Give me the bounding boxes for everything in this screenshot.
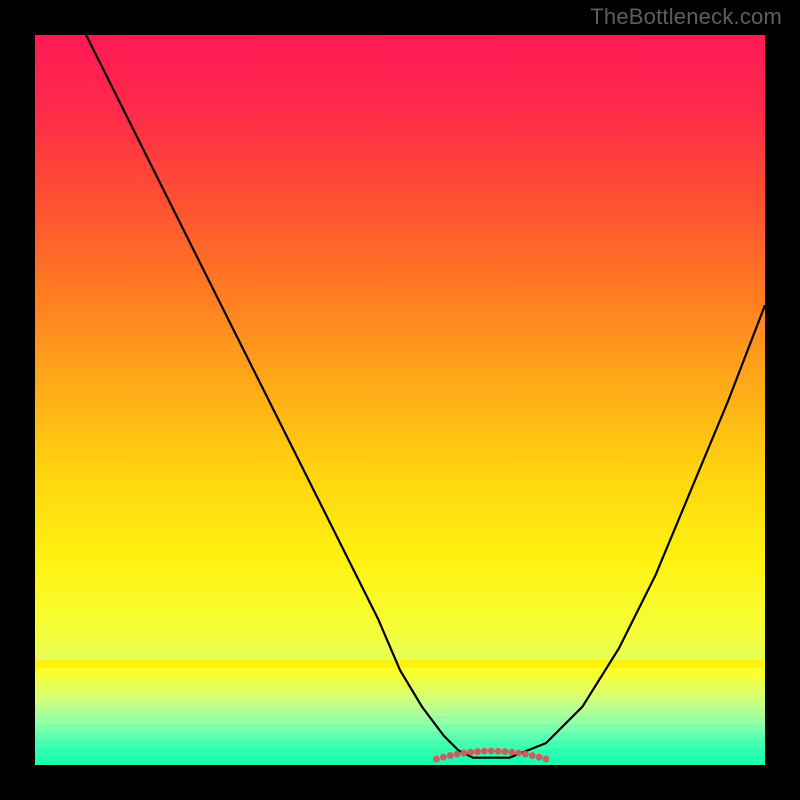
chart-frame: TheBottleneck.com (0, 0, 800, 800)
plot-area (35, 35, 765, 765)
watermark-text: TheBottleneck.com (590, 4, 782, 30)
bottleneck-curve (35, 35, 765, 765)
